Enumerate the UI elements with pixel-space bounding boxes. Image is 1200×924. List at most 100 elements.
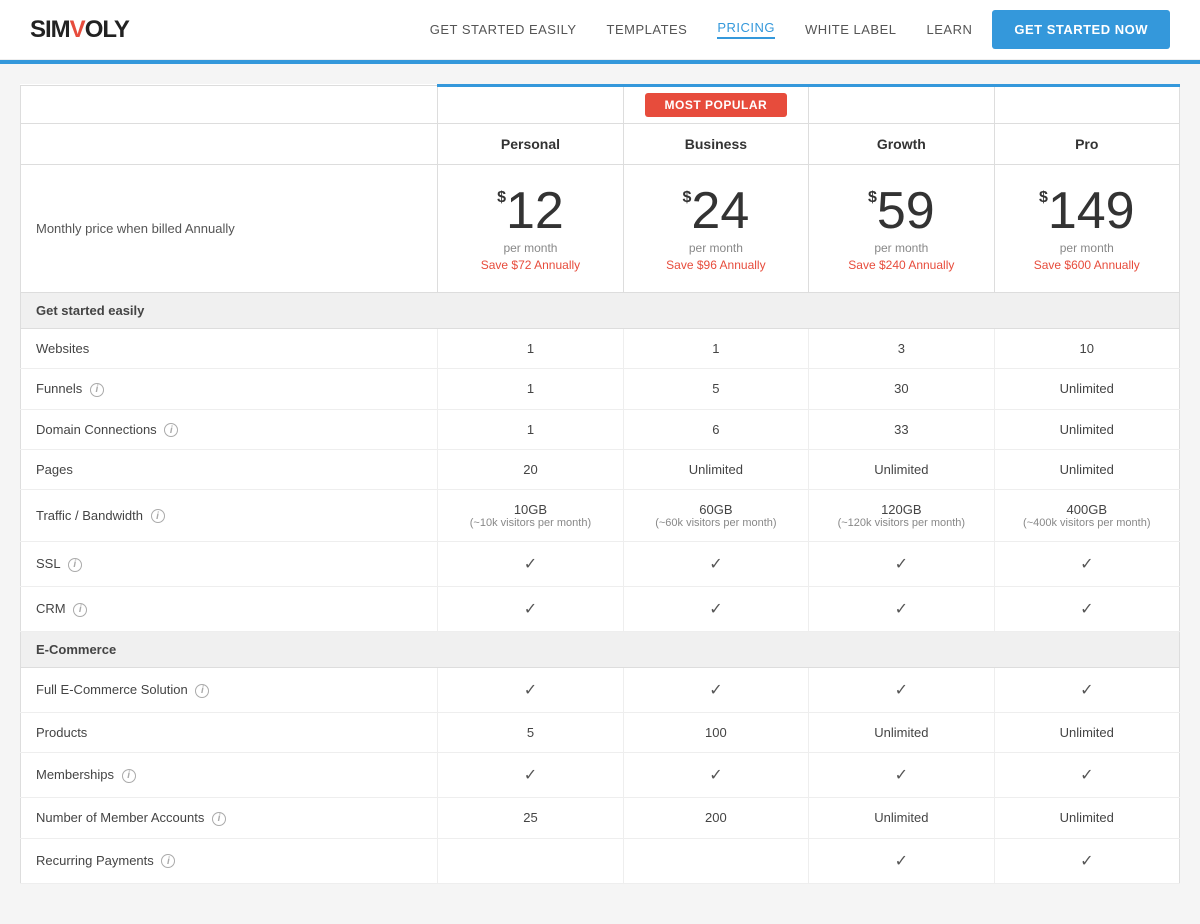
personal-recurring [438, 838, 623, 883]
business-price-amount: $ 24 [639, 185, 793, 237]
most-popular-cell: Most Popular [623, 86, 808, 124]
growth-price-amount: $ 59 [824, 185, 978, 237]
business-ssl-check: ✓ [709, 556, 722, 573]
personal-ecommerce: ✓ [438, 668, 623, 713]
pro-recurring-check: ✓ [1080, 853, 1093, 870]
growth-header: Growth [809, 124, 994, 165]
business-ssl: ✓ [623, 542, 808, 587]
nav-learn[interactable]: LEARN [927, 22, 973, 37]
most-popular-row: Most Popular [21, 86, 1180, 124]
nav-features[interactable]: Get started easily [430, 22, 577, 37]
member-accounts-info-icon[interactable]: i [212, 812, 226, 826]
pro-price-amount: $ 149 [1010, 185, 1164, 237]
pro-per-month: per month [1010, 241, 1164, 255]
pro-top-border [994, 86, 1179, 124]
business-traffic-sub: (~60k visitors per month) [639, 517, 793, 529]
recurring-info-icon[interactable]: i [161, 854, 175, 868]
personal-memberships: ✓ [438, 753, 623, 798]
personal-top-border [438, 86, 623, 124]
personal-price-number: 12 [506, 185, 564, 237]
growth-save: Save $240 Annually [824, 258, 978, 272]
pro-member-accounts: Unlimited [994, 798, 1179, 839]
header: SIMVOLY Get started easily TEMPLATES PRI… [0, 0, 1200, 60]
personal-ssl: ✓ [438, 542, 623, 587]
pro-products: Unlimited [994, 713, 1179, 753]
pro-price-dollar: $ [1039, 190, 1048, 206]
growth-products: Unlimited [809, 713, 994, 753]
crm-info-icon[interactable]: i [73, 603, 87, 617]
pro-traffic-sub: (~400k visitors per month) [1010, 517, 1164, 529]
logo: SIMVOLY [30, 16, 129, 44]
label-crm: CRM i [21, 587, 438, 632]
personal-crm: ✓ [438, 587, 623, 632]
business-save: Save $96 Annually [639, 258, 793, 272]
personal-per-month: per month [453, 241, 607, 255]
business-ecommerce-check: ✓ [709, 682, 722, 699]
growth-member-accounts: Unlimited [809, 798, 994, 839]
growth-per-month: per month [824, 241, 978, 255]
domain-info-icon[interactable]: i [164, 423, 178, 437]
nav: Get started easily TEMPLATES PRICING WHI… [430, 20, 973, 39]
personal-traffic: 10GB(~10k visitors per month) [438, 490, 623, 542]
growth-ssl: ✓ [809, 542, 994, 587]
label-memberships: Memberships i [21, 753, 438, 798]
pro-ecommerce: ✓ [994, 668, 1179, 713]
business-memberships-check: ✓ [709, 767, 722, 784]
table-row-products: Products 5 100 Unlimited Unlimited [21, 713, 1180, 753]
main-content: Most Popular Personal Business Growth Pr… [20, 64, 1180, 924]
growth-ecommerce-check: ✓ [895, 682, 908, 699]
business-crm-check: ✓ [709, 601, 722, 618]
personal-save: Save $72 Annually [453, 258, 607, 272]
business-per-month: per month [639, 241, 793, 255]
table-row-pages: Pages 20 Unlimited Unlimited Unlimited [21, 450, 1180, 490]
growth-pages: Unlimited [809, 450, 994, 490]
business-price-number: 24 [691, 185, 749, 237]
growth-websites: 3 [809, 329, 994, 369]
pro-recurring: ✓ [994, 838, 1179, 883]
business-products: 100 [623, 713, 808, 753]
growth-ecommerce: ✓ [809, 668, 994, 713]
growth-recurring: ✓ [809, 838, 994, 883]
cta-button[interactable]: GET STARTED NOW [992, 10, 1170, 49]
business-header: Business [623, 124, 808, 165]
pro-price-number: 149 [1048, 185, 1135, 237]
pro-save: Save $600 Annually [1010, 258, 1164, 272]
growth-crm: ✓ [809, 587, 994, 632]
nav-templates[interactable]: TEMPLATES [607, 22, 688, 37]
growth-traffic-sub: (~120k visitors per month) [824, 517, 978, 529]
growth-ssl-check: ✓ [895, 556, 908, 573]
personal-price-cell: $ 12 per month Save $72 Annually [438, 165, 623, 293]
ssl-info-icon[interactable]: i [68, 558, 82, 572]
funnels-info-icon[interactable]: i [90, 383, 104, 397]
ecommerce-info-icon[interactable]: i [195, 684, 209, 698]
personal-ssl-check: ✓ [524, 556, 537, 573]
business-memberships: ✓ [623, 753, 808, 798]
personal-traffic-sub: (~10k visitors per month) [453, 517, 607, 529]
growth-price-number: 59 [877, 185, 935, 237]
nav-pricing[interactable]: PRICING [717, 20, 775, 39]
label-pages: Pages [21, 450, 438, 490]
label-funnels: Funnels i [21, 369, 438, 410]
nav-whitelabel[interactable]: WHITE LABEL [805, 22, 896, 37]
business-member-accounts: 200 [623, 798, 808, 839]
personal-member-accounts: 25 [438, 798, 623, 839]
pro-memberships-check: ✓ [1080, 767, 1093, 784]
growth-domain: 33 [809, 409, 994, 450]
growth-traffic: 120GB(~120k visitors per month) [809, 490, 994, 542]
personal-domain: 1 [438, 409, 623, 450]
personal-ecommerce-check: ✓ [524, 682, 537, 699]
pricing-table: Most Popular Personal Business Growth Pr… [20, 84, 1180, 884]
growth-top-border [809, 86, 994, 124]
personal-products: 5 [438, 713, 623, 753]
growth-price-cell: $ 59 per month Save $240 Annually [809, 165, 994, 293]
price-row-label: Monthly price when billed Annually [21, 165, 438, 293]
pro-pages: Unlimited [994, 450, 1179, 490]
traffic-info-icon[interactable]: i [151, 509, 165, 523]
label-ecommerce-solution: Full E-Commerce Solution i [21, 668, 438, 713]
business-pages: Unlimited [623, 450, 808, 490]
table-row-crm: CRM i ✓ ✓ ✓ ✓ [21, 587, 1180, 632]
personal-websites: 1 [438, 329, 623, 369]
business-recurring [623, 838, 808, 883]
business-domain: 6 [623, 409, 808, 450]
memberships-info-icon[interactable]: i [122, 769, 136, 783]
